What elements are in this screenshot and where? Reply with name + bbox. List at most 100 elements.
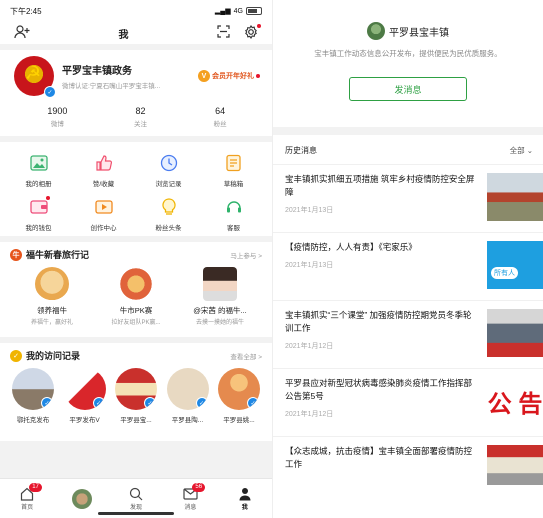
wallet-dot: [45, 196, 50, 200]
travel-title: 福牛新春旅行记: [26, 250, 90, 260]
messages-badge: 56: [192, 483, 206, 492]
party-emblem-icon: ☭: [25, 63, 42, 83]
profile-stats: 1900 微博 82 关注 64 粉丝: [14, 106, 260, 128]
chevron-down-icon: ⌄: [526, 146, 533, 155]
travel-item-adopt[interactable]: 领养福牛 养福牛，赢好礼: [13, 267, 91, 326]
member-medal-icon: V: [198, 70, 210, 82]
news-item[interactable]: 宝丰镇抓实抓细五项措施 筑牢乡村疫情防控安全屏障 2021年1月13日: [273, 164, 543, 232]
visit-avatar: ✓: [12, 368, 54, 410]
verified-badge-icon: ✓: [41, 397, 53, 409]
tab-me[interactable]: 我: [225, 486, 265, 511]
news-thumbnail: [487, 445, 543, 485]
verified-badge-icon: ✓: [144, 397, 156, 409]
travel-join-link[interactable]: 马上参与 >: [230, 250, 262, 260]
promo-dot: [256, 74, 260, 78]
visit-item[interactable]: ✓ 平罗县宝...: [113, 368, 159, 424]
fans-headline-icon: [158, 196, 180, 218]
tab-discover[interactable]: 发现: [116, 486, 156, 511]
account-header: 平罗县宝丰镇 宝丰镇工作动态信息公开发布，提供便民为民优质服务。 发消息: [273, 0, 543, 101]
page-title: 我: [118, 29, 129, 41]
visit-history-card: ✓ 我的访问记录 查看全部 > ✓ 鄂托克发布 ✓ 平罗发布V ✓ 平罗县宝...…: [0, 343, 272, 441]
service-icon: [223, 196, 245, 218]
video-avatar-icon: [71, 488, 92, 509]
stat-fans[interactable]: 64 粉丝: [214, 106, 227, 128]
visits-view-all-link[interactable]: 查看全部 >: [230, 351, 262, 361]
grid-item-album[interactable]: 我的相册: [6, 152, 71, 188]
bottom-tab-bar: 17 首页 发现 56 消息 我: [0, 478, 272, 518]
member-promo-label: 会员开年好礼: [212, 73, 254, 80]
news-thumbnail: 公 告: [487, 377, 543, 425]
send-message-button[interactable]: 发消息: [349, 77, 467, 101]
add-friend-icon[interactable]: [14, 24, 30, 42]
status-bar: 下午2:45 ▂▄▆ 4G: [0, 0, 272, 22]
lucky-ox-image: [35, 267, 69, 301]
draft-icon: [223, 152, 245, 174]
stat-following[interactable]: 82 关注: [134, 106, 147, 128]
stat-weibo[interactable]: 1900 微博: [47, 106, 67, 128]
news-item[interactable]: 平罗县应对新型冠状病毒感染肺炎疫情工作指挥部公告第5号 2021年1月12日 公…: [273, 368, 543, 436]
news-item[interactable]: 【众志成城，抗击疫情】宝丰镇全面部署疫情防控工作: [273, 436, 543, 504]
visit-avatar: ✓: [63, 368, 106, 410]
tab-home[interactable]: 17 首页: [7, 483, 47, 511]
official-account-screen: 平罗县宝丰镇 宝丰镇工作动态信息公开发布，提供便民为民优质服务。 发消息 历史消…: [272, 0, 543, 518]
search-icon: [116, 486, 156, 502]
grid-item-fans-headline[interactable]: 粉丝头条: [136, 196, 201, 232]
visit-item[interactable]: ✓ 平罗县姚...: [216, 368, 262, 424]
ox-pk-image: [119, 267, 153, 301]
history-filter[interactable]: 全部 ⌄: [510, 145, 533, 156]
travel-item-celebrity[interactable]: @宋茜 的福牛... 去摸一摸她的福牛: [181, 267, 259, 326]
visit-avatar: ✓: [166, 368, 209, 410]
profile-certification: 微博认证:宁夏石嘴山平罗宝丰镇...: [62, 83, 161, 90]
verified-badge-icon: ✓: [195, 397, 208, 409]
grid-item-drafts[interactable]: 草稿箱: [201, 152, 266, 188]
history-icon: [158, 152, 180, 174]
visit-item[interactable]: ✓ 鄂托克发布: [10, 368, 56, 424]
grid-item-service[interactable]: 客服: [201, 196, 266, 232]
notification-dot: [257, 23, 261, 28]
celebrity-avatar: [203, 267, 237, 301]
avatar[interactable]: ☭ ✓: [14, 56, 56, 98]
home-badge: 17: [29, 483, 42, 492]
account-description: 宝丰镇工作动态信息公开发布，提供便民为民优质服务。: [314, 49, 502, 58]
news-item[interactable]: 【疫情防控，人人有责】《宅家乐》 2021年1月13日 所有人: [273, 232, 543, 300]
tab-video[interactable]: [62, 488, 102, 509]
verified-badge-icon: ✓: [247, 397, 259, 409]
visit-record-icon: ✓: [10, 349, 22, 362]
verified-badge-icon: ✓: [92, 397, 105, 409]
news-thumbnail: [487, 309, 543, 357]
account-logo: [367, 22, 385, 40]
wallet-icon: [28, 196, 50, 218]
news-item[interactable]: 宝丰镇抓实“三个课堂” 加强疫情防控期党员冬季轮训工作 2021年1月12日: [273, 300, 543, 368]
weibo-profile-screen: 下午2:45 ▂▄▆ 4G 我 ☭ ✓ 平罗宝丰镇政务 微博认证:宁夏石嘴山平罗…: [0, 0, 272, 518]
top-nav: 我: [0, 22, 272, 44]
verified-badge-icon: ✓: [44, 86, 56, 98]
like-icon: [93, 152, 115, 174]
profile-name: 平罗宝丰镇政务: [62, 66, 132, 77]
member-promo[interactable]: V 会员开年好礼: [198, 70, 260, 82]
ox-icon: 牛: [10, 248, 22, 261]
travel-item-pk[interactable]: 牛市PK赛 拉好友组队PK赢...: [97, 267, 175, 326]
visit-item[interactable]: ✓ 平罗县陶...: [165, 368, 211, 424]
profile-card[interactable]: ☭ ✓ 平罗宝丰镇政务 微博认证:宁夏石嘴山平罗宝丰镇... V 会员开年好礼 …: [0, 50, 272, 136]
grid-item-wallet[interactable]: 我的钱包: [6, 196, 71, 232]
network-label: 4G: [233, 7, 243, 15]
feature-grid: 我的相册 赞/收藏 浏览记录 草稿箱 我的钱包 创作中心 粉丝头条 客服: [0, 142, 272, 236]
battery-icon: [246, 7, 262, 15]
home-indicator: [98, 512, 174, 515]
scan-icon[interactable]: [217, 25, 230, 41]
visits-title: 我的访问记录: [26, 351, 81, 361]
tab-messages[interactable]: 56 消息: [170, 483, 210, 511]
grid-item-likes[interactable]: 赞/收藏: [71, 152, 136, 188]
grid-item-history[interactable]: 浏览记录: [136, 152, 201, 188]
visit-avatar: ✓: [115, 368, 157, 410]
news-thumbnail: 所有人: [487, 241, 543, 289]
account-name: 平罗县宝丰镇: [389, 27, 449, 39]
person-icon: [225, 486, 265, 502]
grid-item-creator[interactable]: 创作中心: [71, 196, 136, 232]
visit-item[interactable]: ✓ 平罗发布V: [62, 368, 108, 424]
creator-icon: [93, 196, 115, 218]
signal-icon: ▂▄▆: [214, 8, 231, 15]
visit-avatar: ✓: [218, 368, 260, 410]
status-time: 下午2:45: [10, 6, 42, 16]
gear-icon[interactable]: [244, 23, 261, 42]
